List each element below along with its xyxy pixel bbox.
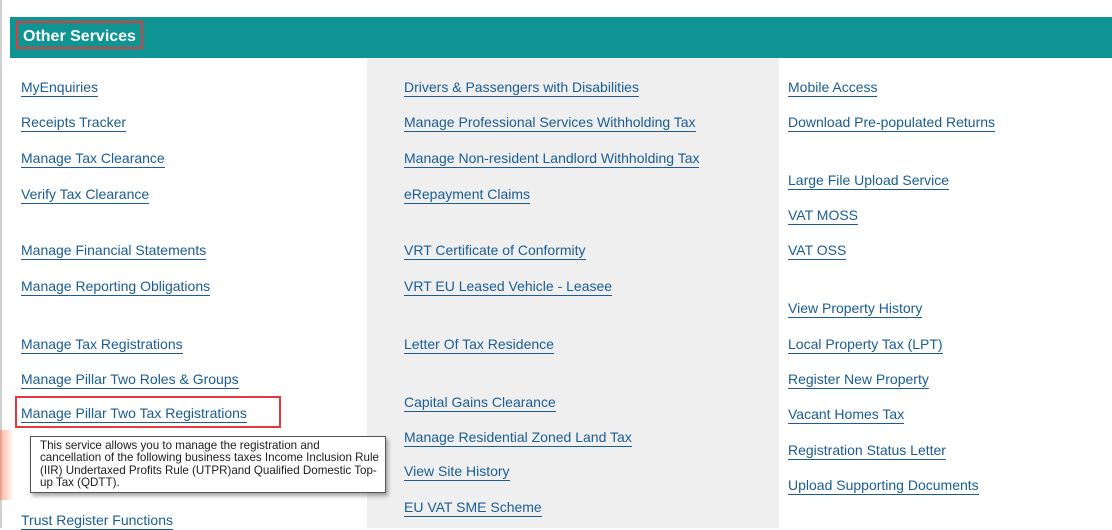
tooltip: This service allows you to manage the re… <box>30 436 386 493</box>
link-vacant-homes-tax[interactable]: Vacant Homes Tax <box>788 406 905 424</box>
link-receipts-tracker[interactable]: Receipts Tracker <box>21 114 127 132</box>
link-manage-reporting-obligations[interactable]: Manage Reporting Obligations <box>21 278 211 296</box>
section-title: Other Services <box>16 21 143 49</box>
link-large-file-upload-service[interactable]: Large File Upload Service <box>788 172 950 190</box>
link-letter-of-tax-residence[interactable]: Letter Of Tax Residence <box>404 336 554 354</box>
top-border <box>0 0 1112 3</box>
link-manage-residential-zoned-land-tax[interactable]: Manage Residential Zoned Land Tax <box>404 429 632 447</box>
link-vrt-certificate-of-conformity[interactable]: VRT Certificate of Conformity <box>404 242 586 260</box>
other-services-header: Other Services <box>10 17 1112 58</box>
pointer-fade <box>0 430 14 500</box>
link-trust-register-functions[interactable]: Trust Register Functions <box>21 512 173 530</box>
link-manage-financial-statements[interactable]: Manage Financial Statements <box>21 242 207 260</box>
link-erepayment-claims[interactable]: eRepayment Claims <box>404 186 531 204</box>
link-vrt-eu-leased-vehicle[interactable]: VRT EU Leased Vehicle - Leasee <box>404 278 613 296</box>
link-manage-professional-services-wht[interactable]: Manage Professional Services Withholding… <box>404 114 696 132</box>
link-vat-moss[interactable]: VAT MOSS <box>788 207 859 225</box>
link-manage-pillar-two-roles-groups[interactable]: Manage Pillar Two Roles & Groups <box>21 371 239 389</box>
link-manage-tax-clearance[interactable]: Manage Tax Clearance <box>21 150 165 168</box>
link-upload-supporting-documents[interactable]: Upload Supporting Documents <box>788 477 979 495</box>
link-drivers-passengers-disabilities[interactable]: Drivers & Passengers with Disabilities <box>404 79 639 97</box>
link-view-property-history[interactable]: View Property History <box>788 300 923 318</box>
link-mobile-access[interactable]: Mobile Access <box>788 79 878 97</box>
link-local-property-tax[interactable]: Local Property Tax (LPT) <box>788 336 943 354</box>
link-vat-oss[interactable]: VAT OSS <box>788 242 847 260</box>
link-manage-non-resident-landlord-wht[interactable]: Manage Non-resident Landlord Withholding… <box>404 150 700 168</box>
link-myenquiries[interactable]: MyEnquiries <box>21 79 99 97</box>
link-download-pre-populated-returns[interactable]: Download Pre-populated Returns <box>788 114 996 132</box>
link-eu-vat-sme-scheme[interactable]: EU VAT SME Scheme <box>404 499 542 517</box>
link-verify-tax-clearance[interactable]: Verify Tax Clearance <box>21 186 150 204</box>
link-view-site-history[interactable]: View Site History <box>404 463 510 481</box>
link-manage-tax-registrations[interactable]: Manage Tax Registrations <box>21 336 183 354</box>
link-capital-gains-clearance[interactable]: Capital Gains Clearance <box>404 394 556 412</box>
link-registration-status-letter[interactable]: Registration Status Letter <box>788 442 946 460</box>
link-register-new-property[interactable]: Register New Property <box>788 371 929 389</box>
link-manage-pillar-two-tax-registrations[interactable]: Manage Pillar Two Tax Registrations <box>21 405 247 423</box>
